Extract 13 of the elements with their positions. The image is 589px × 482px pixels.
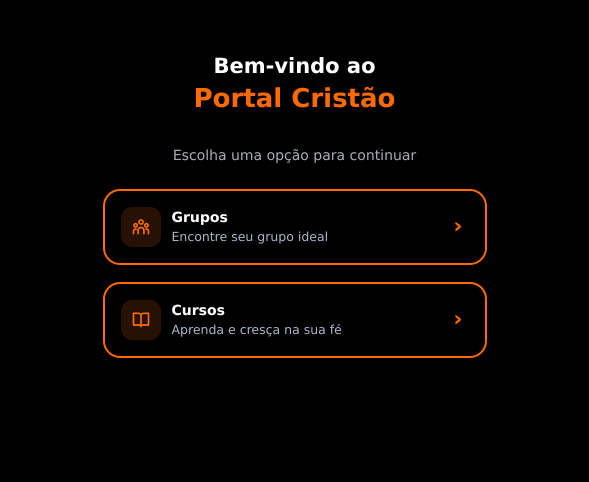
welcome-heading: Bem-vindo ao (213, 53, 376, 80)
option-title: Cursos (172, 302, 226, 320)
portal-title: Portal Cristão (194, 83, 396, 116)
subtitle: Escolha uma opção para continuar (172, 147, 416, 166)
chevron-icon: › (453, 216, 462, 238)
option-card[interactable]: Cursos Aprenda e cresça na sua fé › (102, 282, 486, 358)
book-icon (130, 310, 150, 330)
option-description: Encontre seu grupo ideal (172, 228, 330, 246)
chevron-icon: › (453, 309, 462, 331)
people-icon (130, 217, 150, 237)
option-description: Aprenda e cresça na sua fé (172, 320, 343, 338)
option-title: Grupos (172, 208, 229, 228)
option-card[interactable]: Grupos Encontre seu grupo ideal › (102, 189, 486, 265)
